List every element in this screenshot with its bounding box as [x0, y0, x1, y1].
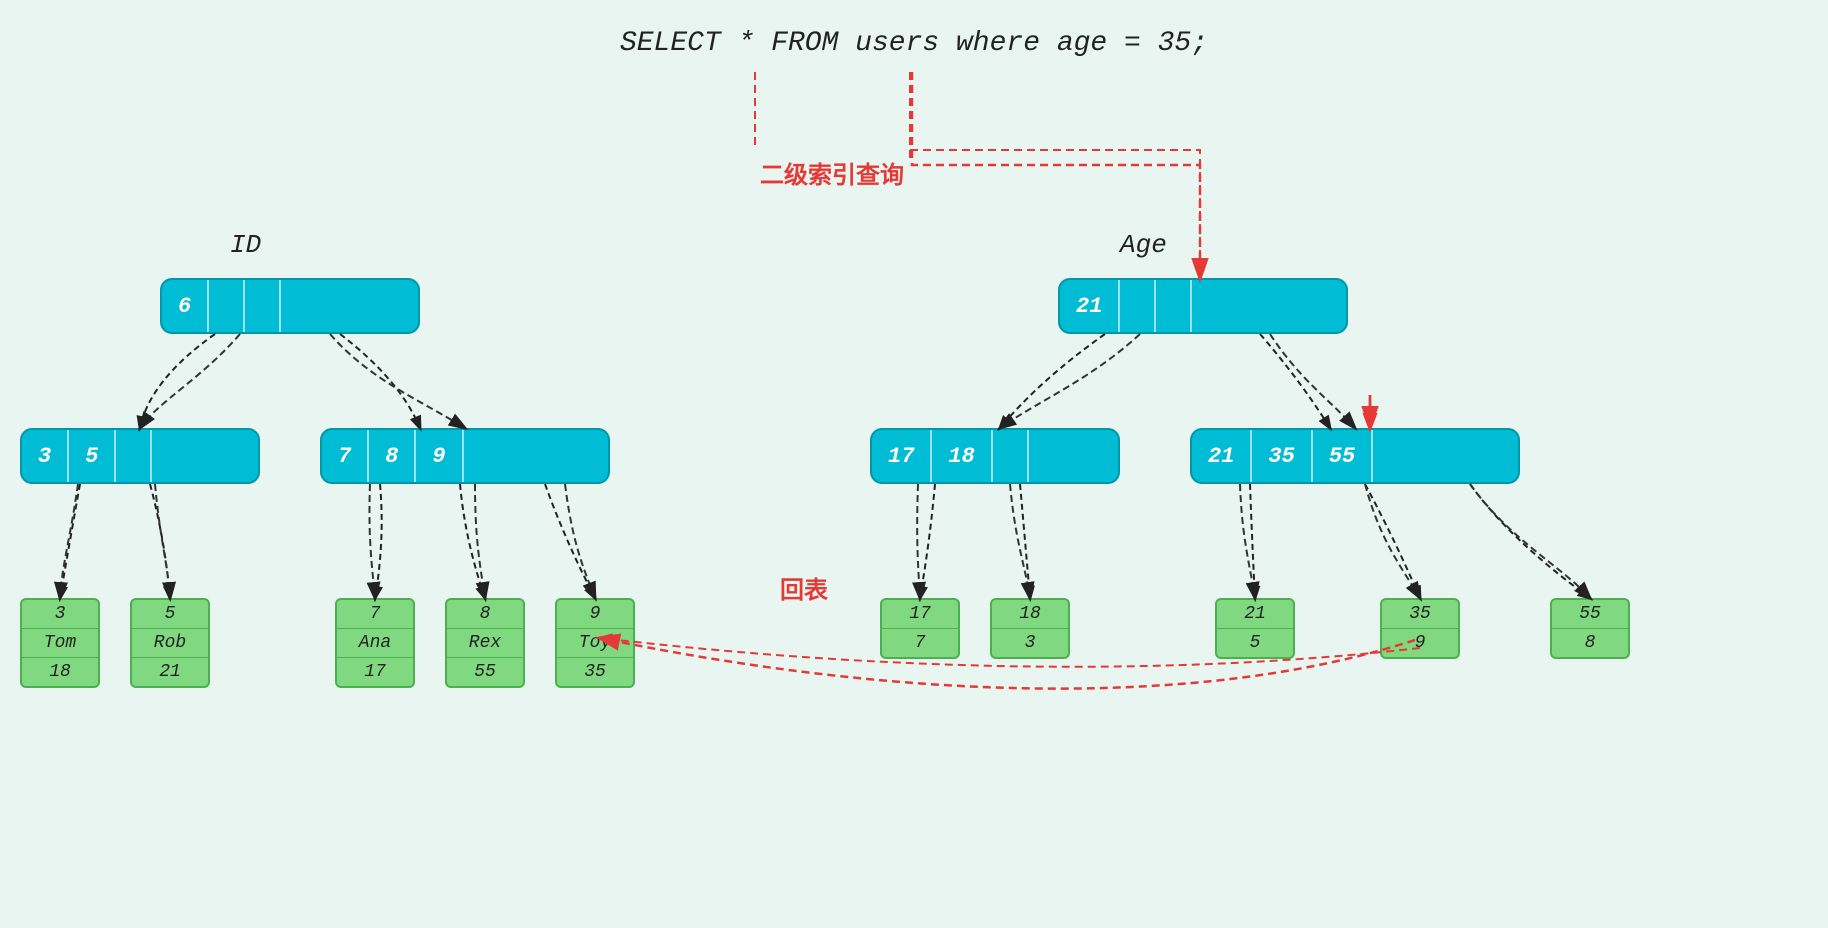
age-ref-5: 5	[1217, 629, 1293, 657]
age-root-to-left	[1000, 334, 1105, 428]
age-left-to-leaf18	[1020, 484, 1030, 598]
id-cell-5: 5	[69, 430, 116, 482]
id-root-to-left	[140, 334, 215, 428]
age-root-to-right	[1260, 334, 1330, 428]
id-tree-label: ID	[230, 230, 261, 260]
leaf-node-3-tom: 3 Tom 18	[20, 598, 100, 688]
id-cell-8: 8	[369, 430, 416, 482]
leaf-id-8: 8	[447, 600, 523, 629]
leaf-node-5-rob: 5 Rob 21	[130, 598, 210, 688]
leaf-age-17: 17	[337, 658, 413, 686]
age-ref-7: 7	[882, 629, 958, 657]
id-root-cell-6: 6	[162, 280, 209, 332]
id-right-to-leaf9	[545, 484, 595, 598]
leaf-id-5: 5	[132, 600, 208, 629]
age-ref-8: 8	[1552, 629, 1628, 657]
age-leaf-21-5: 21 5	[1215, 598, 1295, 659]
id-left-to-leaf5	[150, 484, 170, 598]
age-leaf-21: 21	[1217, 600, 1293, 629]
age-cell-17: 17	[872, 430, 932, 482]
age-ref-9: 9	[1382, 629, 1458, 657]
leaf-age-55: 55	[447, 658, 523, 686]
leaf-name-rex: Rex	[447, 629, 523, 658]
age-leaf-35-9: 35 9	[1380, 598, 1460, 659]
age-left-to-leaf17	[920, 484, 935, 598]
age-leaf-17: 17	[882, 600, 958, 629]
leaf-name-toy: Toy	[557, 629, 633, 658]
id-right-child-node: 7 8 9	[320, 428, 610, 484]
return-table-label: 回表	[780, 570, 828, 605]
age-cell-18: 18	[932, 430, 992, 482]
age-right-to-leaf35	[1365, 484, 1420, 598]
age-right-child-node: 21 35 55	[1190, 428, 1520, 484]
leaf-node-8-rex: 8 Rex 55	[445, 598, 525, 688]
id-cell-3: 3	[22, 430, 69, 482]
leaf-age-21: 21	[132, 658, 208, 686]
age-cell-35: 35	[1252, 430, 1312, 482]
leaf-node-9-toy: 9 Toy 35	[555, 598, 635, 688]
leaf-age-35: 35	[557, 658, 633, 686]
id-right-to-leaf8	[460, 484, 485, 598]
age-cell-55: 55	[1313, 430, 1373, 482]
age-root-node: 21	[1058, 278, 1348, 334]
age-leaf-18: 18	[992, 600, 1068, 629]
id-cell-9: 9	[416, 430, 463, 482]
secondary-index-label: 二级索引查询	[760, 155, 904, 190]
leaf-node-7-ana: 7 Ana 17	[335, 598, 415, 688]
age-leaf-35: 35	[1382, 600, 1458, 629]
sql-query: SELECT * FROM users where age = 35;	[620, 28, 1208, 59]
id-right-to-leaf7	[375, 484, 382, 598]
age-leaf-17-7: 17 7	[880, 598, 960, 659]
age-root-cell-21: 21	[1060, 280, 1120, 332]
leaf-id-3: 3	[22, 600, 98, 629]
id-left-child-node: 3 5	[20, 428, 260, 484]
age-right-to-leaf55	[1470, 484, 1590, 598]
age-leaf-55-8: 55 8	[1550, 598, 1630, 659]
id-cell-7: 7	[322, 430, 369, 482]
age-cell-21r: 21	[1192, 430, 1252, 482]
age-leaf-55: 55	[1552, 600, 1628, 629]
age-leaf-18-3: 18 3	[990, 598, 1070, 659]
leaf-name-ana: Ana	[337, 629, 413, 658]
id-root-node: 6	[160, 278, 420, 334]
id-left-to-leaf3	[60, 484, 80, 598]
leaf-name-rob: Rob	[132, 629, 208, 658]
leaf-age-18: 18	[22, 658, 98, 686]
age-ref-3: 3	[992, 629, 1068, 657]
leaf-id-7: 7	[337, 600, 413, 629]
age-right-to-leaf21	[1250, 484, 1255, 598]
id-root-to-right	[340, 334, 420, 428]
age-left-child-node: 17 18	[870, 428, 1120, 484]
leaf-name-tom: Tom	[22, 629, 98, 658]
age-tree-label: Age	[1120, 230, 1167, 260]
leaf-id-9: 9	[557, 600, 633, 629]
